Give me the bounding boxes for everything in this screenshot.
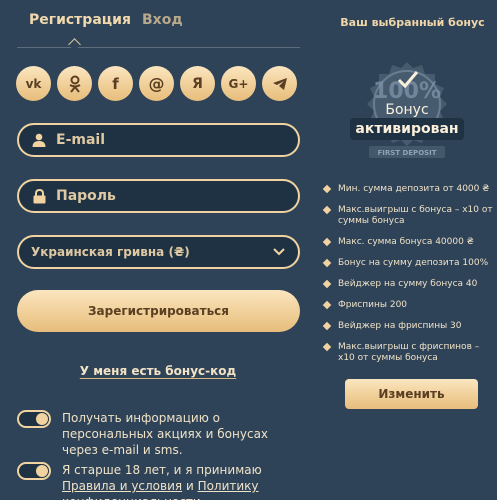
chevron-down-icon: [273, 248, 285, 256]
facebook-button[interactable]: f: [98, 66, 133, 101]
perk-text: Макс.выигрыш с фриспинов – x10 от суммы …: [338, 342, 480, 363]
toggle-knob: [36, 413, 48, 425]
vk-icon: vk: [25, 76, 42, 91]
promo-consent-text: Получать информацию о персональных акция…: [62, 411, 269, 457]
mailru-icon: @: [148, 74, 165, 93]
telegram-button[interactable]: [262, 66, 297, 101]
currency-select[interactable]: Украинская гривна (₴): [17, 235, 300, 269]
google-plus-button[interactable]: G+: [221, 66, 256, 101]
auth-tabs: Регистрация Вход: [17, 12, 300, 51]
list-item: Вейджер на сумму бонуса 40: [322, 279, 494, 290]
bonus-activated-line2: активирован: [350, 118, 464, 140]
yandex-icon: Я: [192, 75, 203, 92]
mailru-button[interactable]: @: [139, 66, 174, 101]
perk-text: Фриспины 200: [338, 300, 408, 310]
promo-consent-toggle[interactable]: [17, 410, 51, 428]
selected-bonus-title: Ваш выбранный бонус: [340, 16, 485, 29]
toggle-knob: [36, 465, 48, 477]
list-item: Мин. сумма депозита от 4000 ₴: [322, 184, 494, 195]
diamond-bullet-icon: [322, 205, 332, 215]
perk-text: Мин. сумма депозита от 4000 ₴: [338, 184, 490, 194]
change-bonus-button[interactable]: Изменить: [345, 379, 478, 409]
list-item: Макс. сумма бонуса 40000 ₴: [322, 237, 494, 248]
diamond-bullet-icon: [322, 321, 332, 331]
age-consent-text: Я старше 18 лет, и я принимаю Правила и …: [62, 462, 302, 500]
diamond-bullet-icon: [322, 237, 332, 247]
diamond-bullet-icon: [322, 342, 332, 352]
bonus-code-link[interactable]: У меня есть бонус-код: [0, 364, 316, 378]
bonus-perks-list: Мин. сумма депозита от 4000 ₴ Макс.выигр…: [322, 184, 494, 364]
age-consent-and: и: [182, 479, 198, 493]
age-consent-toggle[interactable]: [17, 462, 51, 480]
perk-text: Бонус на сумму депозита 100%: [338, 258, 489, 268]
bonus-activated-line1: Бонус: [385, 102, 429, 118]
list-item: Макс.выигрыш с бонуса – x10 от суммы бон…: [322, 205, 494, 227]
perk-text: Макс.выигрыш с бонуса – x10 от суммы бон…: [338, 205, 493, 226]
perk-text: Вейджер на фриспины 30: [338, 321, 462, 331]
diamond-bullet-icon: [322, 184, 332, 194]
vk-button[interactable]: vk: [16, 66, 51, 101]
diamond-bullet-icon: [322, 300, 332, 310]
rules-link[interactable]: Правила и условия: [62, 479, 182, 493]
diamond-bullet-icon: [322, 279, 332, 289]
diamond-bullet-icon: [322, 258, 332, 268]
perk-text: Макс. сумма бонуса 40000 ₴: [338, 237, 474, 247]
age-consent-suffix: .: [201, 495, 205, 500]
facebook-icon: f: [112, 74, 119, 93]
active-tab-indicator: [68, 38, 81, 51]
telegram-icon: [272, 77, 287, 90]
currency-selected-value: Украинская гривна (₴): [31, 245, 190, 259]
yandex-button[interactable]: Я: [180, 66, 215, 101]
tab-registration[interactable]: Регистрация: [29, 12, 131, 28]
odnoklassniki-icon: [68, 75, 81, 93]
list-item: Макс.выигрыш с фриспинов – x10 от суммы …: [322, 342, 494, 364]
google-plus-icon: G+: [228, 76, 249, 91]
perk-text: Вейджер на сумму бонуса 40: [338, 279, 478, 289]
social-login-row: vk f @ Я G+: [16, 66, 300, 102]
tab-login[interactable]: Вход: [142, 12, 183, 28]
user-icon: [32, 132, 46, 148]
list-item: Фриспины 200: [322, 300, 494, 311]
password-field[interactable]: Пароль: [17, 179, 300, 213]
register-button[interactable]: Зарегистрироваться: [17, 290, 300, 332]
email-placeholder: E-mail: [56, 132, 106, 148]
badge-ribbon: FIRST DEPOSIT: [377, 149, 436, 157]
email-field[interactable]: E-mail: [17, 123, 300, 157]
lock-icon: [32, 188, 46, 204]
odnoklassniki-button[interactable]: [57, 66, 92, 101]
list-item: Вейджер на фриспины 30: [322, 321, 494, 332]
password-placeholder: Пароль: [56, 188, 116, 204]
list-item: Бонус на сумму депозита 100%: [322, 258, 494, 269]
age-consent-prefix: Я старше 18 лет, и я принимаю: [62, 463, 262, 477]
